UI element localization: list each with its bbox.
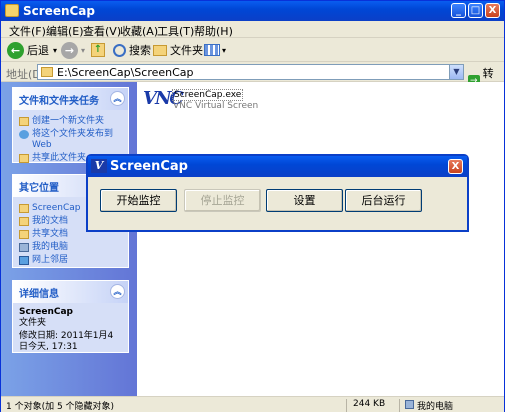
search-button[interactable]: 搜索: [113, 40, 151, 60]
screencap-dialog: V ScreenCap X 开始监控 停止监控 设置 后台运行: [86, 154, 469, 232]
forward-button[interactable]: → ▾: [61, 40, 85, 60]
address-input[interactable]: E:\ScreenCap\ScreenCap ▼: [37, 64, 464, 80]
back-button[interactable]: ← 后退 ▾: [7, 40, 57, 60]
views-dropdown-icon: ▾: [222, 45, 227, 55]
back-dropdown-icon[interactable]: ▾: [53, 46, 57, 55]
stop-monitor-button[interactable]: 停止监控: [184, 189, 261, 212]
folders-label: 文件夹: [170, 44, 203, 57]
views-icon: [204, 44, 220, 56]
forward-dropdown-icon[interactable]: ▾: [81, 46, 85, 55]
dialog-title: ScreenCap: [110, 159, 188, 174]
status-divider: [399, 399, 400, 412]
computer-icon: [19, 243, 29, 252]
status-divider: [346, 399, 347, 412]
vnc-app-icon: V: [91, 159, 107, 173]
forward-arrow-icon: →: [61, 41, 78, 59]
place-my-computer[interactable]: 我的电脑: [19, 242, 122, 253]
file-list[interactable]: VNC ScreenCap.exe VNC Virtual Screen: [137, 82, 504, 396]
task-publish-web[interactable]: 将这个文件夹发布到 Web: [19, 129, 122, 151]
search-icon: [113, 43, 126, 57]
tasks-title: 文件和文件夹任务: [19, 96, 99, 107]
menu-view[interactable]: 查看(V): [83, 23, 121, 39]
status-size: 244 KB: [353, 399, 386, 409]
vnc-file-icon[interactable]: VNC: [143, 88, 184, 114]
views-button[interactable]: ▾: [204, 40, 226, 60]
folders-button[interactable]: 文件夹: [153, 40, 203, 60]
toolbar: ← 后退 ▾ → ▾ ↑ 搜索 文件夹 ▾: [1, 38, 504, 62]
details-panel: 详细信息 ︽ ScreenCap 文件夹 修改日期: 2011年1月4日今天, …: [12, 280, 129, 353]
background-run-button[interactable]: 后台运行: [345, 189, 422, 212]
collapse-chevron-icon[interactable]: ︽: [110, 284, 125, 299]
dialog-close-button[interactable]: X: [448, 159, 463, 174]
settings-button[interactable]: 设置: [266, 189, 343, 212]
place-network[interactable]: 网上邻居: [19, 255, 122, 266]
folder-icon: [41, 67, 53, 77]
menu-tools[interactable]: 工具(T): [157, 23, 194, 39]
address-bar: 地址(D) E:\ScreenCap\ScreenCap ▼ → 转到: [1, 62, 504, 96]
folders-icon: [153, 44, 167, 56]
menu-edit[interactable]: 编辑(E): [46, 23, 84, 39]
menu-help[interactable]: 帮助(H): [194, 23, 233, 39]
close-button[interactable]: X: [485, 3, 500, 18]
menu-favorites[interactable]: 收藏(A): [120, 23, 158, 39]
documents-icon: [19, 217, 29, 226]
back-label: 后退: [27, 44, 49, 57]
search-label: 搜索: [129, 44, 151, 57]
status-objects: 1 个对象(加 5 个隐藏对象): [6, 402, 115, 412]
new-folder-icon: [19, 117, 29, 126]
back-arrow-icon: ←: [7, 41, 24, 59]
file-description: VNC Virtual Screen: [173, 101, 259, 111]
dialog-title-bar[interactable]: V ScreenCap X: [88, 156, 467, 177]
tasks-panel-header[interactable]: 文件和文件夹任务 ︽: [13, 88, 128, 110]
address-dropdown-icon[interactable]: ▼: [449, 65, 463, 79]
details-type: 文件夹: [19, 318, 47, 328]
start-monitor-button[interactable]: 开始监控: [100, 189, 177, 212]
menu-file[interactable]: 文件(F): [9, 23, 46, 39]
task-new-folder[interactable]: 创建一个新文件夹: [19, 116, 122, 127]
details-panel-header[interactable]: 详细信息 ︽: [13, 281, 128, 303]
folder-icon: [5, 4, 19, 17]
up-button[interactable]: ↑: [91, 40, 105, 60]
folder-icon: [19, 204, 29, 213]
up-folder-icon: ↑: [91, 43, 105, 57]
title-bar[interactable]: ScreenCap _ □ X: [1, 1, 504, 21]
window-title: ScreenCap: [23, 4, 95, 18]
tasks-panel: 文件和文件夹任务 ︽ 创建一个新文件夹 将这个文件夹发布到 Web 共享此文件夹: [12, 87, 129, 163]
status-bar: 1 个对象(加 5 个隐藏对象) 244 KB 我的电脑: [1, 396, 504, 412]
minimize-button[interactable]: _: [451, 3, 466, 18]
network-icon: [19, 256, 29, 265]
details-modified: 修改日期: 2011年1月4日今天, 17:31: [19, 331, 114, 352]
shared-folder-icon: [19, 230, 29, 239]
details-name: ScreenCap: [19, 307, 73, 317]
task-pane: 文件和文件夹任务 ︽ 创建一个新文件夹 将这个文件夹发布到 Web 共享此文件夹…: [1, 82, 137, 396]
places-title: 其它位置: [19, 183, 59, 194]
share-folder-icon: [19, 154, 29, 163]
details-title: 详细信息: [19, 289, 59, 300]
status-location: 我的电脑: [417, 402, 454, 412]
address-value: E:\ScreenCap\ScreenCap: [57, 66, 194, 79]
collapse-chevron-icon[interactable]: ︽: [110, 91, 125, 106]
menu-bar: 文件(F) 编辑(E) 查看(V) 收藏(A) 工具(T) 帮助(H): [1, 21, 504, 38]
globe-icon: [19, 130, 29, 139]
file-name[interactable]: ScreenCap.exe: [172, 89, 244, 101]
computer-icon: [405, 400, 414, 409]
maximize-button[interactable]: □: [468, 3, 483, 18]
